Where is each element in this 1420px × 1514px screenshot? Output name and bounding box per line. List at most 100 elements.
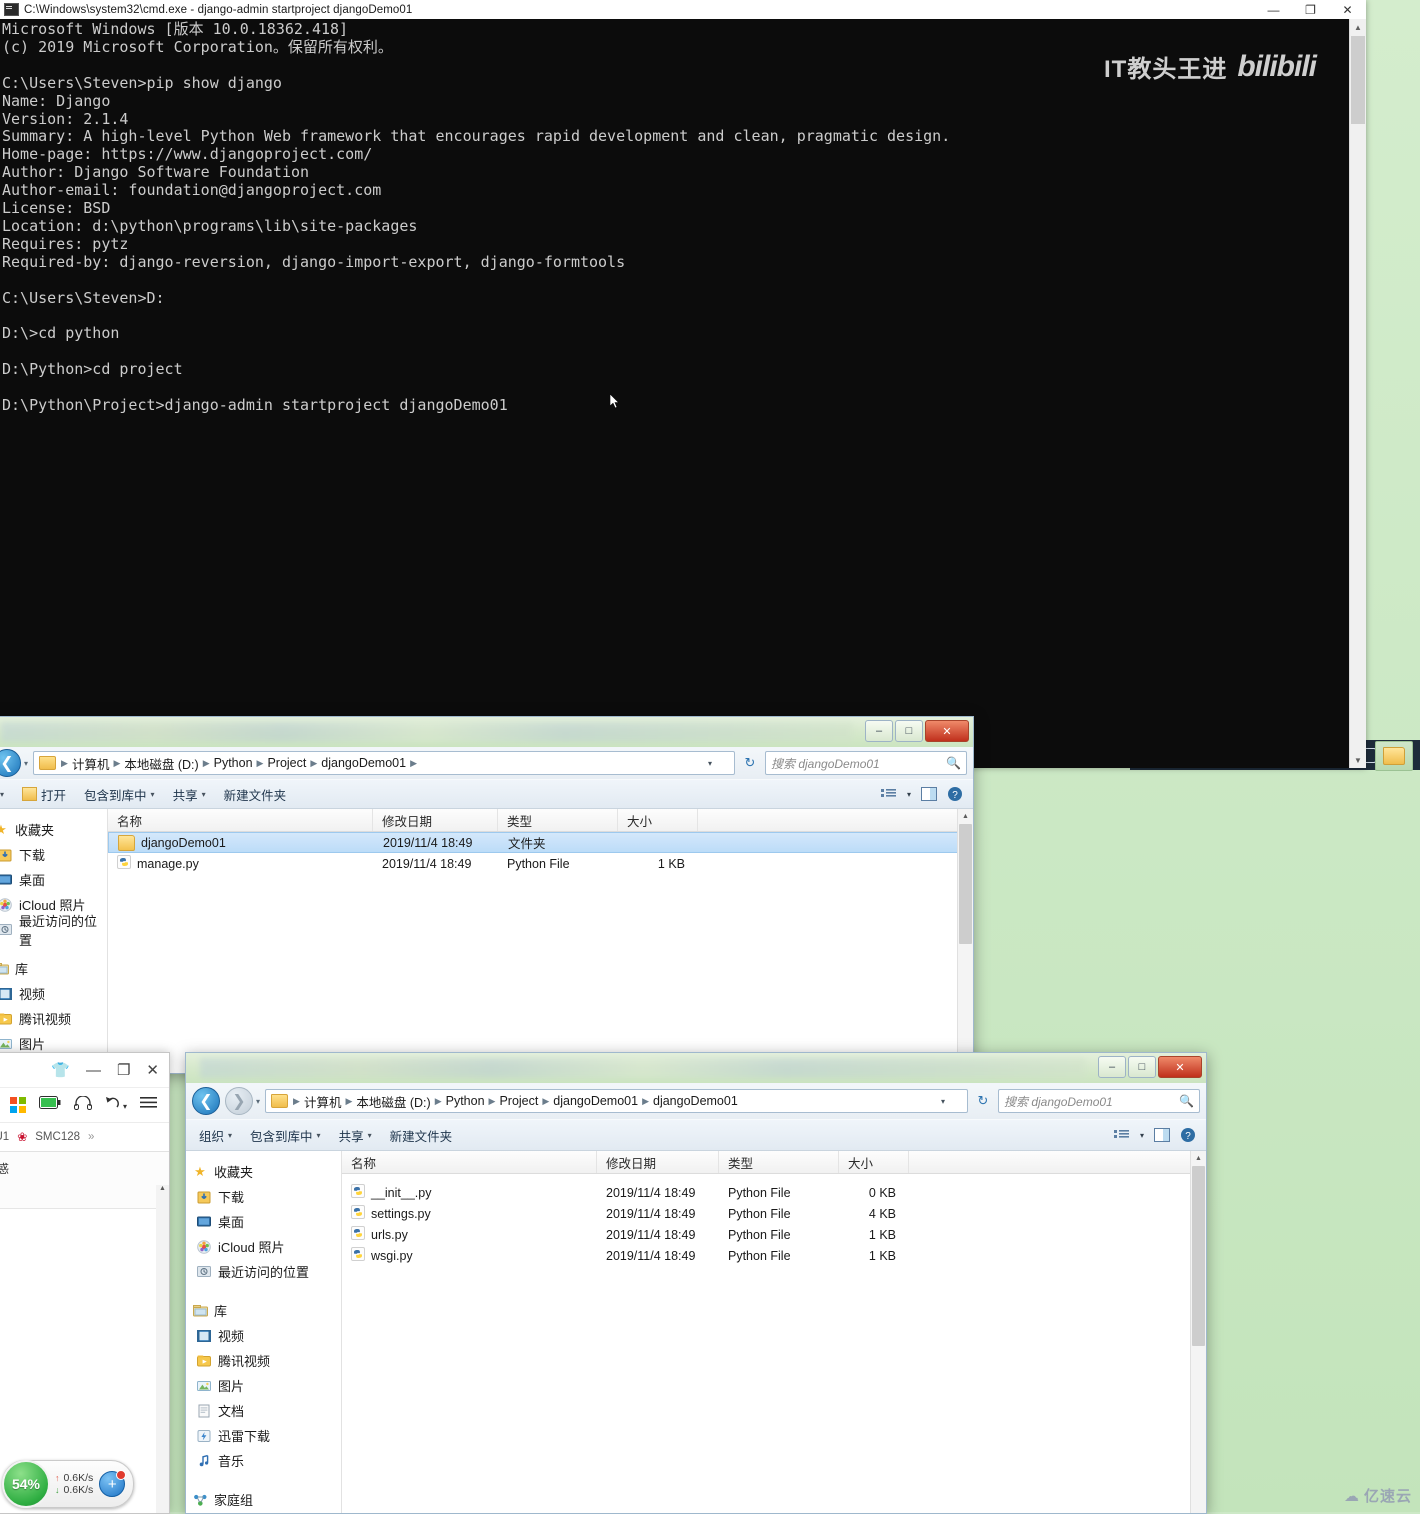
explorer2-search-input[interactable]: 搜索 djangoDemo01 🔍 — [998, 1089, 1200, 1113]
memory-usage-indicator[interactable]: 54% — [2, 1460, 50, 1508]
breadcrumb-item[interactable]: Project — [264, 755, 309, 771]
explorer2-window-controls[interactable]: – □ ✕ — [1098, 1056, 1202, 1078]
cmd-window-controls[interactable]: — ❐ ✕ — [1255, 0, 1366, 19]
explorer2-sidebar[interactable]: ★ 收藏夹 下载 桌面 iCloud 照片 最近访问的位置库视频 腾讯视频 图片 文档 迅雷下载音… — [186, 1151, 342, 1513]
scroll-up-arrow[interactable]: ▲ — [156, 1185, 169, 1192]
breadcrumb-item[interactable]: djangoDemo01 — [318, 755, 409, 771]
table-row[interactable]: settings.py 2019/11/4 18:49 Python File 4 K… — [342, 1203, 1206, 1224]
explorer2-rows[interactable]: __init__.py 2019/11/4 18:49 Python File 0 K… — [342, 1174, 1206, 1266]
explorer2-toolbar[interactable]: 组织 ▾ 包含到库中 ▾ 共享 ▾ 新建文件夹 ▾ ? — [186, 1119, 1206, 1151]
app3-toolbar[interactable]: ▾ ▾ — [0, 1088, 169, 1123]
scroll-down-arrow[interactable]: ▼ — [1350, 752, 1366, 768]
explorer1-file-list[interactable]: 名称 修改日期 类型 大小 djangoDemo01 2019/11/4 18:49 文件… — [108, 809, 973, 1073]
explorer2-titlebar[interactable]: – □ ✕ — [186, 1053, 1206, 1083]
cmd-maximize-button[interactable]: ❐ — [1292, 0, 1329, 19]
column-header-1[interactable]: 修改日期 — [597, 1151, 719, 1173]
new-folder-button[interactable]: 新建文件夹 — [215, 782, 296, 807]
explorer1-navbar[interactable]: ❮ ▾ ▶ 计算机 ▶ 本地磁盘 (D:) ▶ Python ▶ Project… — [0, 747, 973, 779]
sidebar-item-5[interactable]: 库 — [0, 956, 107, 981]
breadcrumb-item[interactable]: 计算机 — [69, 753, 113, 774]
scroll-up-arrow[interactable]: ▲ — [958, 809, 973, 824]
sidebar-item-11[interactable]: 音乐 — [186, 1448, 341, 1473]
sidebar-item-2[interactable]: 桌面 — [0, 867, 107, 892]
sidebar-item-1[interactable]: 下载 — [186, 1184, 341, 1209]
cmd-scrollbar[interactable]: ▲ ▼ — [1349, 19, 1366, 768]
sidebar-item-9[interactable]: 文档 — [186, 1398, 341, 1423]
explorer1-toolbar[interactable]: ▾ 打开 包含到库中 ▾ 共享 ▾ 新建文件夹 ▾ ? — [0, 779, 973, 809]
breadcrumb-item[interactable]: 本地磁盘 (D:) — [121, 753, 201, 774]
preview-pane-icon[interactable] — [921, 787, 937, 801]
sidebar-item-3[interactable]: iCloud 照片 — [186, 1234, 341, 1259]
explorer1-sidebar[interactable]: ★收藏夹下载桌面iCloud 照片最近访问的位置库视频腾讯视频图片 — [0, 809, 108, 1073]
table-row[interactable]: manage.py 2019/11/4 18:49 Python File 1 KB — [108, 853, 973, 874]
sidebar-item-1[interactable]: 下载 — [0, 842, 107, 867]
table-row[interactable]: wsgi.py 2019/11/4 18:49 Python File 1 KB — [342, 1245, 1206, 1266]
include-in-library-button[interactable]: 包含到库中 ▾ — [241, 1123, 330, 1148]
sidebar-item-7[interactable]: 腾讯视频 — [0, 1006, 107, 1031]
chevron-down-icon[interactable]: ▾ — [941, 1097, 945, 1106]
organize-button[interactable]: 组织 ▾ — [190, 1123, 241, 1148]
refresh-icon[interactable]: ↻ — [740, 752, 760, 774]
explorer2-maximize-button[interactable]: □ — [1128, 1056, 1156, 1078]
explorer1-search-input[interactable]: 搜索 djangoDemo01 🔍 — [765, 751, 967, 775]
sidebar-item-6[interactable]: 视频 — [186, 1323, 341, 1348]
column-header-1[interactable]: 修改日期 — [373, 809, 498, 831]
explorer2-scrollbar[interactable]: ▲ — [1190, 1151, 1206, 1513]
explorer-window-2[interactable]: – □ ✕ ❮ ❯ ▾ ▶ 计算机 ▶ 本地磁盘 (D:) ▶ Python ▶… — [185, 1052, 1207, 1514]
column-header-0[interactable]: 名称 — [108, 809, 373, 831]
sidebar-item-2[interactable]: 桌面 — [186, 1209, 341, 1234]
column-header-2[interactable]: 类型 — [498, 809, 618, 831]
sidebar-item-4[interactable]: 最近访问的位置 — [0, 914, 107, 948]
add-button[interactable]: + — [99, 1470, 127, 1497]
table-row[interactable]: djangoDemo01 2019/11/4 18:49 文件夹 — [108, 832, 973, 853]
explorer1-window-controls[interactable]: – □ ✕ — [865, 720, 969, 742]
breadcrumb-item[interactable]: Project — [496, 1093, 541, 1109]
undo-icon[interactable]: ▾ — [105, 1096, 127, 1114]
help-icon[interactable]: ? — [947, 786, 963, 802]
app3-restore-button[interactable]: ❐ — [117, 1061, 130, 1079]
breadcrumb-item[interactable]: Python — [443, 1093, 488, 1109]
table-row[interactable]: __init__.py 2019/11/4 18:49 Python File 0 K… — [342, 1182, 1206, 1203]
explorer1-scrollbar[interactable]: ▲ ▼ — [957, 809, 973, 1073]
column-header-0[interactable]: 名称 — [342, 1151, 597, 1173]
explorer2-close-button[interactable]: ✕ — [1158, 1056, 1202, 1078]
explorer2-toolbar-right[interactable]: ▾ ? — [1113, 1127, 1202, 1143]
explorer2-file-list[interactable]: 名称 修改日期 类型 大小 __init__.py 2019/11/4 18:49 Pyt… — [342, 1151, 1206, 1513]
network-speed-widget[interactable]: 54% ↑ ↓ 0.6K/s 0.6K/s + — [2, 1460, 134, 1508]
column-header-3[interactable]: 大小 — [618, 809, 698, 831]
headphones-icon[interactable] — [74, 1094, 93, 1115]
chevron-down-icon[interactable]: ▾ — [708, 759, 712, 768]
breadcrumb-item[interactable]: Python — [211, 755, 256, 771]
cmd-scroll-thumb[interactable] — [1351, 36, 1365, 124]
explorer2-navbar[interactable]: ❮ ❯ ▾ ▶ 计算机 ▶ 本地磁盘 (D:) ▶ Python ▶ Proje… — [186, 1083, 1206, 1119]
share-button[interactable]: 共享 ▾ — [330, 1123, 381, 1148]
app3-titlebar[interactable]: 👕 — ❐ ✕ — [0, 1053, 169, 1088]
cmd-window[interactable]: C:\Windows\system32\cmd.exe - django-adm… — [0, 0, 1366, 768]
windows-logo-icon[interactable] — [10, 1097, 27, 1113]
explorer1-scroll-thumb[interactable] — [959, 824, 972, 944]
explorer1-address-bar[interactable]: ▶ 计算机 ▶ 本地磁盘 (D:) ▶ Python ▶ Project ▶ d… — [33, 751, 735, 775]
tab-smc128[interactable]: SMC128 — [35, 1131, 80, 1143]
explorer-window-1[interactable]: – □ ✕ ❮ ▾ ▶ 计算机 ▶ 本地磁盘 (D:) ▶ Python ▶ P… — [0, 716, 974, 1074]
breadcrumb-item[interactable]: djangoDemo01 — [650, 1093, 741, 1109]
sidebar-item-6[interactable]: 视频 — [0, 981, 107, 1006]
forward-icon[interactable]: ❯ — [225, 1087, 253, 1115]
explorer1-rows[interactable]: djangoDemo01 2019/11/4 18:49 文件夹 manage.py 2… — [108, 832, 973, 874]
back-icon[interactable]: ❮ — [192, 1087, 220, 1115]
share-button[interactable]: 共享 ▾ — [164, 782, 215, 807]
sidebar-item-8[interactable]: 图片 — [186, 1373, 341, 1398]
taskbar-folder-button[interactable] — [1375, 741, 1413, 771]
cmd-console-area[interactable]: Microsoft Windows [版本 10.0.18362.418] (c… — [0, 19, 1366, 768]
cmd-close-button[interactable]: ✕ — [1329, 0, 1366, 19]
sidebar-item-0[interactable]: ★ 收藏夹 — [0, 817, 107, 842]
back-icon[interactable]: ❮ — [0, 749, 21, 777]
breadcrumb-item[interactable]: 本地磁盘 (D:) — [353, 1091, 433, 1112]
tab-icu1[interactable]: ICU1 — [0, 1131, 9, 1143]
shirt-icon[interactable]: 👕 — [51, 1061, 70, 1079]
app3-minimize-button[interactable]: — — [86, 1062, 101, 1079]
menu-icon[interactable] — [140, 1096, 158, 1114]
search-icon[interactable]: 🔍 — [946, 756, 961, 770]
history-caret-icon[interactable]: ▾ — [256, 1097, 260, 1106]
organize-button[interactable]: ▾ — [0, 787, 13, 802]
explorer2-breadcrumb[interactable]: ▶ 计算机 ▶ 本地磁盘 (D:) ▶ Python ▶ Project ▶ d… — [292, 1091, 741, 1112]
